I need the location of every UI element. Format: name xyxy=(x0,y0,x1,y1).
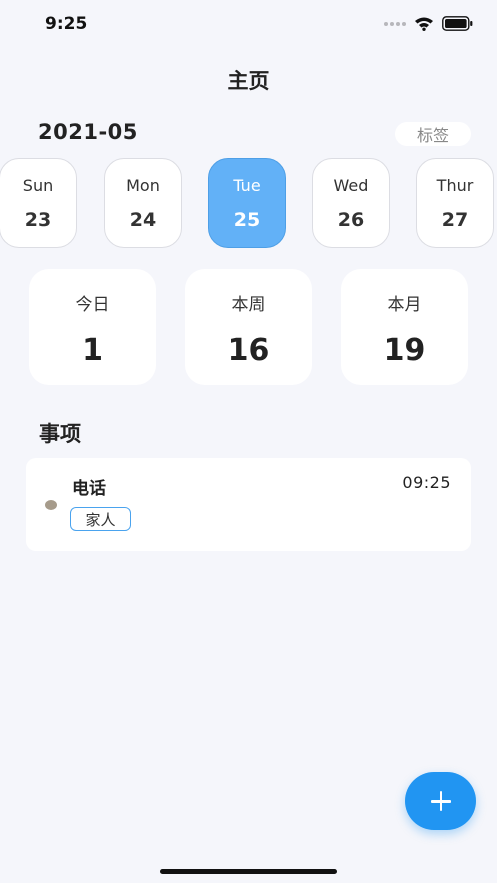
wifi-icon xyxy=(414,16,434,31)
day-number: 25 xyxy=(233,208,261,231)
status-time: 9:25 xyxy=(45,14,88,34)
month-label: 2021-05 xyxy=(38,120,138,144)
stat-card-today: 今日 1 xyxy=(29,269,156,385)
stat-label: 本周 xyxy=(231,295,266,315)
battery-icon xyxy=(442,16,473,31)
event-title: 电话 xyxy=(72,479,106,499)
day-name: Mon xyxy=(126,175,160,195)
signal-icon xyxy=(384,21,406,26)
day-strip[interactable]: Sun 23 Mon 24 Tue 25 Wed 26 Thur 27 xyxy=(0,158,497,248)
stat-label: 今日 xyxy=(75,295,110,315)
status-icons xyxy=(384,16,473,31)
day-number: 23 xyxy=(24,208,52,231)
stat-label: 本月 xyxy=(387,295,422,315)
stat-value: 1 xyxy=(82,333,103,368)
plus-icon xyxy=(430,791,451,811)
day-number: 27 xyxy=(441,208,469,231)
event-time: 09:25 xyxy=(402,473,451,492)
day-name: Sun xyxy=(22,175,54,195)
day-name: Tue xyxy=(233,175,261,195)
day-name: Wed xyxy=(333,175,369,195)
day-card-mon[interactable]: Mon 24 xyxy=(104,158,182,248)
day-name: Thur xyxy=(436,175,474,195)
day-card-wed[interactable]: Wed 26 xyxy=(312,158,390,248)
event-item[interactable]: 电话 09:25 家人 xyxy=(26,458,471,551)
stat-card-week: 本周 16 xyxy=(185,269,312,385)
page-title: 主页 xyxy=(227,69,270,93)
event-tag: 家人 xyxy=(70,507,131,531)
stat-value: 19 xyxy=(383,333,426,368)
stat-card-month: 本月 19 xyxy=(341,269,468,385)
day-card-thur[interactable]: Thur 27 xyxy=(416,158,494,248)
day-card-sun[interactable]: Sun 23 xyxy=(0,158,77,248)
day-number: 26 xyxy=(337,208,365,231)
stat-value: 16 xyxy=(227,333,270,368)
event-status-dot xyxy=(45,500,57,510)
events-section-title: 事项 xyxy=(39,422,81,446)
day-card-tue-selected[interactable]: Tue 25 xyxy=(208,158,286,248)
day-number: 24 xyxy=(129,208,157,231)
home-screen: 9:25 主页 2021-05 标签 Sun 23 Mon 24 Tue 25 … xyxy=(0,0,497,883)
add-event-button[interactable] xyxy=(405,772,476,830)
home-indicator[interactable] xyxy=(160,869,337,874)
tags-button[interactable]: 标签 xyxy=(395,122,471,146)
